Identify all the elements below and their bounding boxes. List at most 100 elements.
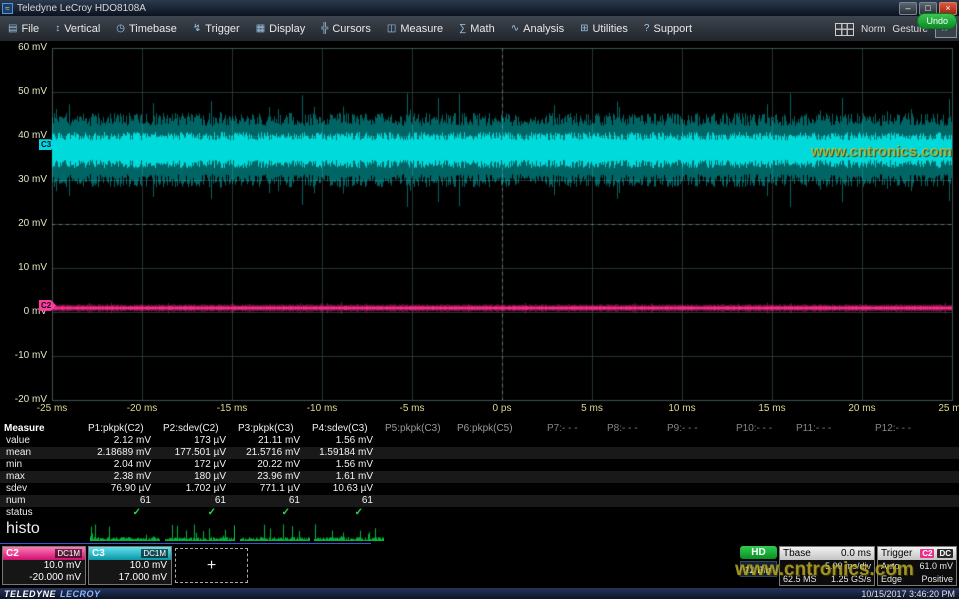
table-grid-icon[interactable] — [835, 23, 854, 36]
histogram-thumbnail — [240, 521, 310, 541]
watermark-grid: www.cntronics.com — [811, 143, 952, 160]
measure-value — [667, 435, 736, 447]
measure-column-header[interactable]: P3:pkpk(C3) — [238, 422, 312, 435]
measure-value — [385, 483, 457, 495]
menu-item-file[interactable]: ▤File — [0, 16, 47, 41]
menu-item-cursors[interactable]: ╬Cursors — [313, 16, 379, 41]
measure-value — [607, 435, 667, 447]
histo-cell — [163, 520, 238, 543]
menu-item-utilities[interactable]: ⊞ Utilities — [572, 16, 636, 41]
histo-cell — [875, 520, 959, 543]
window-title: Teledyne LeCroy HDO8108A — [17, 3, 897, 14]
status-check-icon — [875, 507, 959, 519]
undo-button[interactable]: Undo — [917, 13, 957, 29]
measure-value: 2.04 mV — [88, 459, 163, 471]
display-menu-icon: ▦ — [256, 23, 265, 34]
add-trace-button[interactable]: + — [175, 548, 248, 583]
measure-column-header[interactable]: P6:pkpk(C5) — [457, 422, 547, 435]
measure-value — [607, 471, 667, 483]
measure-column-header[interactable]: P11:- - - — [796, 422, 875, 435]
measure-value — [875, 495, 959, 507]
measure-value — [385, 495, 457, 507]
measure-column-header[interactable]: P10:- - - — [736, 422, 796, 435]
measure-column-header[interactable]: P8:- - - — [607, 422, 667, 435]
measure-menu-icon: ◫ — [387, 23, 396, 34]
channel-c2-coupling-badge: DC1M — [55, 549, 82, 558]
measure-value: 2.18689 mV — [88, 447, 163, 459]
measure-column-header[interactable]: P12:- - - — [875, 422, 959, 435]
measure-value — [385, 447, 457, 459]
norm-label[interactable]: Norm — [861, 24, 885, 35]
menu-item-math[interactable]: ∑Math — [451, 16, 503, 41]
trigger-source-badge: C2 — [920, 549, 934, 558]
status-check-icon — [385, 507, 457, 519]
title-bar: ≈ Teledyne LeCroy HDO8108A – □ × — [0, 0, 959, 16]
channel-c2-volts-div: 10.0 mV — [7, 560, 81, 572]
menu-item-label: Support — [653, 23, 692, 35]
measure-row-label: num — [0, 495, 88, 507]
waveform-display — [0, 42, 959, 422]
histo-cell — [736, 520, 796, 543]
trigger-label: Trigger — [881, 548, 912, 559]
analysis-menu-icon: ∿ — [511, 23, 519, 34]
menu-item-label: File — [21, 23, 39, 35]
measure-value — [547, 483, 607, 495]
menu-item-timebase[interactable]: ◷Timebase — [108, 16, 185, 41]
measure-value — [385, 459, 457, 471]
menu-item-measure[interactable]: ◫Measure — [379, 16, 451, 41]
measure-value — [796, 459, 875, 471]
channel-c3-volts-div: 10.0 mV — [93, 560, 167, 572]
measure-value — [736, 459, 796, 471]
scope-area: www.cntronics.com 60 mV50 mV40 mV30 mV20… — [0, 42, 959, 422]
measure-column-header[interactable]: P1:pkpk(C2) — [88, 422, 163, 435]
x-axis-label: 10 ms — [656, 403, 708, 415]
measure-value — [875, 483, 959, 495]
menu-bar-items: ▤File↕Vertical◷Timebase↯Trigger ▦ Display ╬… — [0, 16, 700, 41]
measure-value — [457, 471, 547, 483]
measure-value — [736, 483, 796, 495]
measure-value — [607, 483, 667, 495]
measure-row-max: max2.38 mV180 µV23.96 mV1.61 mV — [0, 471, 959, 483]
measure-column-header[interactable]: P5:pkpk(C3) — [385, 422, 457, 435]
measure-value — [796, 483, 875, 495]
measure-column-header[interactable]: P4:sdev(C3) — [312, 422, 385, 435]
measure-panel-title: Measure — [0, 422, 88, 435]
watermark-bottom: www.cntronics.com — [735, 559, 914, 581]
menu-item-support[interactable]: ?Support — [636, 16, 700, 41]
brand-teledyne: TELEDYNE — [4, 589, 56, 599]
histo-cell — [796, 520, 875, 543]
channel-c2-header: C2 DC1M — [3, 547, 85, 560]
measure-value — [736, 471, 796, 483]
measure-row-label: status — [0, 507, 88, 519]
measure-value — [796, 435, 875, 447]
measure-value: 61 — [312, 495, 385, 507]
menu-item-label: Display — [269, 23, 305, 35]
measure-column-header[interactable]: P7:- - - — [547, 422, 607, 435]
histogram-thumbnail — [314, 521, 384, 541]
histo-cell — [547, 520, 607, 543]
menu-item-display[interactable]: ▦ Display — [248, 16, 314, 41]
measure-value — [875, 471, 959, 483]
measure-value: 23.96 mV — [238, 471, 312, 483]
channel-descriptor-c3[interactable]: C3 DC1M 10.0 mV 17.000 mV — [88, 546, 172, 585]
measure-column-header[interactable]: P9:- - - — [667, 422, 736, 435]
status-check-icon: ✓ — [312, 507, 385, 519]
channel-c3-header: C3 DC1M — [89, 547, 171, 560]
y-axis-label: 10 mV — [0, 262, 47, 274]
measure-value — [547, 435, 607, 447]
x-axis-label: 0 ps — [476, 403, 528, 415]
x-axis-label: -5 ms — [386, 403, 438, 415]
measure-panel: MeasureP1:pkpk(C2)P2:sdev(C2)P3:pkpk(C3)… — [0, 422, 959, 545]
menu-item-label: Utilities — [592, 23, 627, 35]
menu-item-vertical[interactable]: ↕Vertical — [47, 16, 108, 41]
measure-row-sdev: sdev76.90 µV1.702 µV771.1 µV10.63 µV — [0, 483, 959, 495]
utilities-menu-icon: ⊞ — [580, 23, 588, 34]
status-check-icon — [607, 507, 667, 519]
channel-descriptor-c2[interactable]: C2 DC1M 10.0 mV -20.000 mV — [2, 546, 86, 585]
menu-item-analysis[interactable]: ∿Analysis — [503, 16, 572, 41]
measure-column-header[interactable]: P2:sdev(C2) — [163, 422, 238, 435]
app-icon: ≈ — [2, 3, 13, 14]
hd-badge[interactable]: HD — [740, 546, 777, 559]
minimize-button[interactable]: – — [899, 2, 917, 15]
menu-item-trigger[interactable]: ↯Trigger — [185, 16, 248, 41]
